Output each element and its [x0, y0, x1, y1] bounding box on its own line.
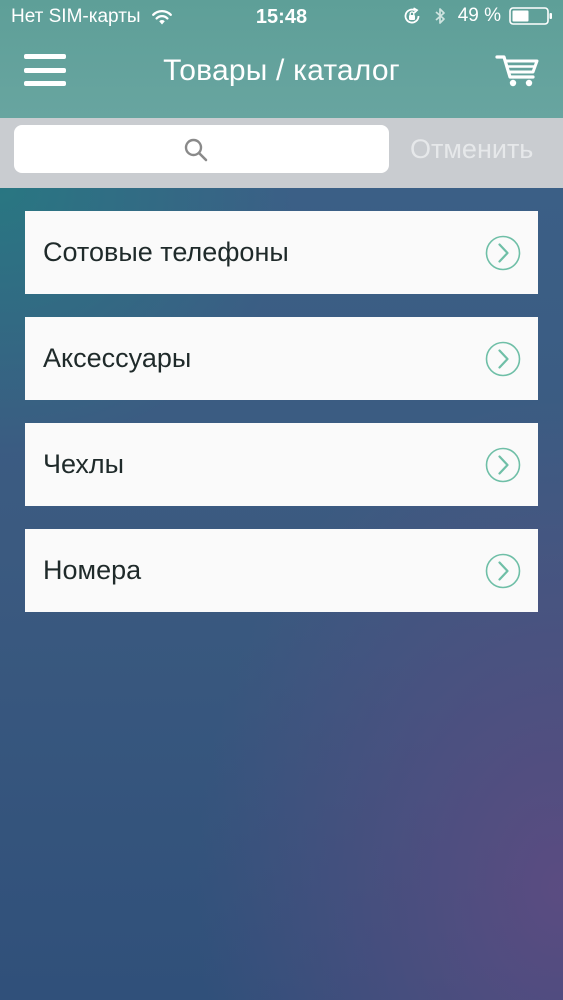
screen: Нет SIM-карты 15:48 49 % Товары / катало… [0, 0, 563, 1000]
status-right: 49 % [402, 5, 553, 27]
nav-bar: Товары / каталог [0, 34, 563, 118]
catalog-item-accessories[interactable]: Аксессуары [25, 317, 538, 400]
cart-icon[interactable] [495, 50, 541, 90]
catalog-item-label: Аксессуары [43, 343, 192, 373]
battery-icon [509, 6, 553, 26]
catalog-content: Сотовые телефоны Аксессуары Чехлы Номера [0, 188, 563, 1000]
chevron-right-icon [485, 235, 521, 271]
catalog-item-label: Номера [43, 555, 142, 585]
catalog-item-numbers[interactable]: Номера [25, 529, 538, 612]
cancel-button[interactable]: Отменить [410, 134, 533, 165]
search-field[interactable] [14, 125, 393, 175]
catalog-item-label: Чехлы [43, 449, 125, 479]
catalog-item-label: Сотовые телефоны [43, 237, 289, 267]
rotation-lock-icon [402, 6, 422, 26]
search-bar: Отменить [0, 118, 563, 188]
chevron-right-icon [485, 447, 521, 483]
chevron-right-icon [485, 553, 521, 589]
catalog-item-mobile-phones[interactable]: Сотовые телефоны [25, 211, 538, 294]
catalog-list: Сотовые телефоны Аксессуары Чехлы Номера [25, 211, 538, 635]
battery-percentage: 49 % [457, 5, 501, 26]
page-title: Товары / каталог [163, 54, 400, 87]
status-bar: Нет SIM-карты 15:48 49 % [0, 0, 563, 34]
header: Нет SIM-карты 15:48 49 % Товары / катало… [0, 0, 563, 118]
catalog-item-cases[interactable]: Чехлы [25, 423, 538, 506]
bluetooth-icon [430, 6, 450, 26]
search-input[interactable] [14, 125, 393, 175]
chevron-right-icon [485, 341, 521, 377]
